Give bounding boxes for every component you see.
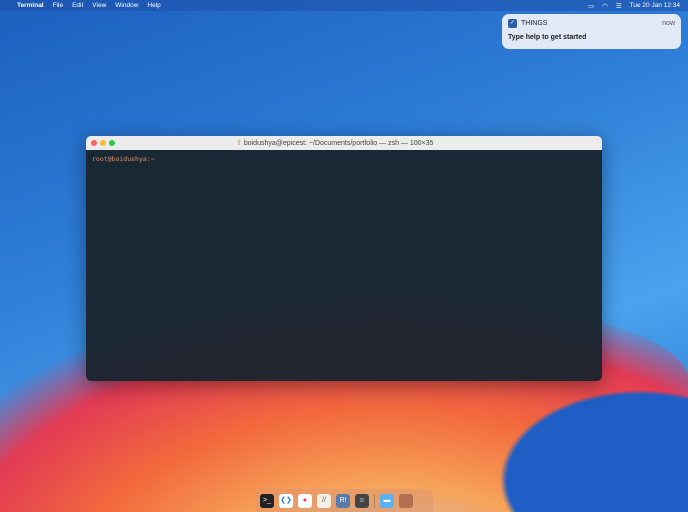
menu-edit[interactable]: Edit: [72, 2, 83, 9]
terminal-content[interactable]: root@boidushya:~: [86, 150, 602, 381]
r-app-icon[interactable]: R!: [336, 493, 350, 508]
menu-help[interactable]: Help: [147, 2, 160, 9]
minimize-button[interactable]: [100, 140, 106, 146]
vscode-icon[interactable]: ❮❯: [279, 493, 293, 508]
terminal-icon[interactable]: >_: [260, 493, 274, 508]
close-button[interactable]: [91, 140, 97, 146]
avatar-icon[interactable]: ☺: [355, 493, 369, 508]
battery-icon[interactable]: ▭: [588, 2, 594, 10]
title-bar[interactable]: ⇧ boidushya@epicest: ~/Documents/portfol…: [86, 136, 602, 150]
terminal-window: ⇧ boidushya@epicest: ~/Documents/portfol…: [86, 136, 602, 381]
menu-bar: Terminal File Edit View Window Help ▭ ◠ ☰ T…: [0, 0, 688, 11]
menu-file[interactable]: File: [53, 2, 63, 9]
menu-view[interactable]: View: [92, 2, 106, 9]
menu-window[interactable]: Window: [115, 2, 138, 9]
music-icon[interactable]: ●: [298, 493, 312, 508]
downloads-icon[interactable]: [399, 493, 413, 508]
notification-app: THINGS: [521, 20, 548, 27]
notification-message: Type help to get started: [508, 34, 587, 41]
notification[interactable]: ✓ THINGS now Type help to get started: [502, 14, 681, 49]
script-editor-icon[interactable]: //: [317, 493, 331, 508]
folder-icon[interactable]: ▬: [380, 493, 394, 508]
window-title: boidushya@epicest: ~/Documents/portfolio…: [243, 140, 434, 147]
clock[interactable]: Tue 20 Jan 12:34: [630, 2, 680, 10]
prompt: root@boidushya:~: [92, 155, 155, 163]
folder-up-icon: ⇧: [236, 140, 242, 147]
things-icon: ✓: [508, 19, 517, 28]
menu-app[interactable]: Terminal: [17, 2, 44, 9]
notification-time: now: [662, 20, 675, 27]
control-center-icon[interactable]: ☰: [616, 2, 622, 10]
dock-separator: [374, 493, 375, 508]
wifi-icon[interactable]: ◠: [602, 2, 608, 10]
zoom-button[interactable]: [109, 140, 115, 146]
dock: >_ ❮❯ ● // R! ☺ ▬: [255, 489, 433, 512]
